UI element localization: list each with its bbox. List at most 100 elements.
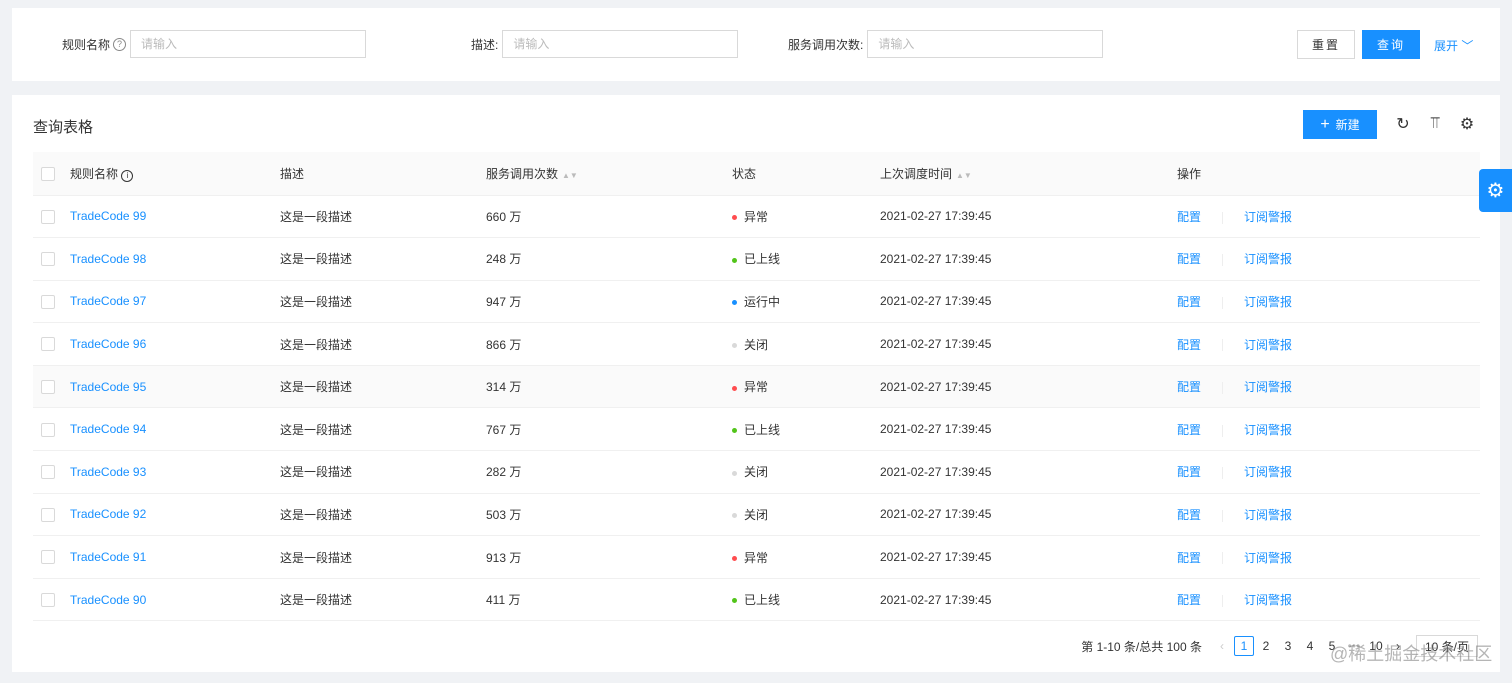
config-link[interactable]: 配置: [1177, 210, 1201, 224]
rule-name-link[interactable]: TradeCode 92: [70, 507, 146, 521]
row-checkbox[interactable]: [41, 507, 55, 522]
time-cell: 2021-02-27 17:39:45: [880, 450, 1177, 494]
description-field: 描述:: [471, 30, 739, 58]
status-cell: 运行中: [732, 280, 880, 324]
config-link[interactable]: 配置: [1177, 252, 1201, 266]
reset-button[interactable]: 重置: [1297, 30, 1355, 59]
rule-name-link[interactable]: TradeCode 90: [70, 593, 146, 607]
rule-name-link[interactable]: TradeCode 96: [70, 337, 146, 351]
rule-name-link[interactable]: TradeCode 91: [70, 550, 146, 564]
config-link[interactable]: 配置: [1177, 338, 1201, 352]
status-cell: 异常: [732, 195, 880, 239]
time-column-header[interactable]: 上次调度时间 ▲▼: [880, 152, 1177, 196]
row-checkbox[interactable]: [41, 337, 55, 352]
subscribe-alert-link[interactable]: 订阅警报: [1244, 551, 1292, 565]
status-cell: 已上线: [732, 578, 880, 622]
config-link[interactable]: 配置: [1177, 465, 1201, 479]
calls-cell: 314 万: [486, 365, 732, 409]
divider: [1222, 509, 1224, 522]
row-checkbox[interactable]: [41, 252, 55, 267]
chevron-down-icon: ﹀: [1461, 39, 1474, 53]
row-checkbox[interactable]: [41, 209, 55, 224]
table-row: TradeCode 93 这是一段描述 282 万 关闭 2021-02-27 …: [33, 450, 1480, 494]
gear-icon: ⚙: [1486, 180, 1505, 202]
row-checkbox[interactable]: [41, 294, 55, 309]
subscribe-alert-link[interactable]: 订阅警报: [1244, 210, 1292, 224]
time-cell: 2021-02-27 17:39:45: [880, 280, 1177, 324]
search-form: 规则名称? 描述: 服务调用次数: 重置 查询 展开 ﹀: [12, 8, 1500, 81]
density-icon[interactable]: ⫪: [1426, 115, 1444, 133]
status-dot-icon: [732, 257, 737, 263]
config-link[interactable]: 配置: [1177, 380, 1201, 394]
description-cell: 这是一段描述: [280, 578, 486, 622]
rule-name-link[interactable]: TradeCode 94: [70, 422, 146, 436]
status-cell: 关闭: [732, 450, 880, 494]
description-cell: 这是一段描述: [280, 493, 486, 537]
row-checkbox[interactable]: [41, 422, 55, 437]
settings-icon[interactable]: ⚙: [1458, 115, 1476, 133]
description-input[interactable]: [502, 30, 739, 58]
config-link[interactable]: 配置: [1177, 423, 1201, 437]
subscribe-alert-link[interactable]: 订阅警报: [1244, 593, 1292, 607]
row-checkbox[interactable]: [41, 550, 55, 565]
table-row: TradeCode 91 这是一段描述 913 万 异常 2021-02-27 …: [33, 535, 1480, 579]
time-cell: 2021-02-27 17:39:45: [880, 237, 1177, 281]
subscribe-alert-link[interactable]: 订阅警报: [1244, 508, 1292, 522]
row-checkbox[interactable]: [41, 465, 55, 480]
table-row: TradeCode 98 这是一段描述 248 万 已上线 2021-02-27…: [33, 237, 1480, 281]
query-button[interactable]: 查询: [1362, 30, 1420, 59]
status-dot-icon: [732, 555, 737, 561]
question-icon: ?: [113, 37, 127, 51]
config-link[interactable]: 配置: [1177, 508, 1201, 522]
table-row: TradeCode 99 这是一段描述 660 万 异常 2021-02-27 …: [33, 195, 1480, 239]
status-dot-icon: [732, 598, 737, 604]
rule-name-link[interactable]: TradeCode 98: [70, 252, 146, 266]
divider: [1222, 211, 1224, 224]
description-cell: 这是一段描述: [280, 365, 486, 409]
status-dot-icon: [732, 300, 737, 306]
description-cell: 这是一段描述: [280, 237, 486, 281]
rule-name-link[interactable]: TradeCode 99: [70, 209, 146, 223]
description-cell: 这是一段描述: [280, 195, 486, 239]
time-cell: 2021-02-27 17:39:45: [880, 493, 1177, 537]
status-cell: 关闭: [732, 493, 880, 537]
calls-cell: 866 万: [486, 322, 732, 366]
expand-link[interactable]: 展开 ﹀: [1434, 37, 1473, 54]
status-dot-icon: [732, 470, 737, 476]
reload-icon[interactable]: ↻: [1394, 115, 1412, 133]
page-item[interactable]: 1: [1233, 636, 1254, 656]
table-title: 查询表格: [33, 119, 94, 136]
description-cell: 这是一段描述: [280, 450, 486, 494]
rule-name-input[interactable]: [130, 30, 367, 58]
rule-name-link[interactable]: TradeCode 95: [70, 380, 146, 394]
divider: [1222, 467, 1224, 480]
subscribe-alert-link[interactable]: 订阅警报: [1244, 295, 1292, 309]
subscribe-alert-link[interactable]: 订阅警报: [1244, 252, 1292, 266]
row-checkbox[interactable]: [41, 380, 55, 395]
subscribe-alert-link[interactable]: 订阅警报: [1244, 380, 1292, 394]
row-checkbox[interactable]: [41, 593, 55, 608]
new-button[interactable]: + 新建: [1303, 110, 1377, 139]
status-cell: 关闭: [732, 322, 880, 366]
config-link[interactable]: 配置: [1177, 295, 1201, 309]
settings-drawer-button[interactable]: ⚙: [1479, 169, 1512, 212]
prev-page-button[interactable]: ‹: [1212, 636, 1232, 656]
subscribe-alert-link[interactable]: 订阅警报: [1244, 465, 1292, 479]
page-item[interactable]: 4: [1300, 636, 1320, 656]
call-count-input[interactable]: [867, 30, 1104, 58]
config-link[interactable]: 配置: [1177, 593, 1201, 607]
page-item[interactable]: 2: [1256, 636, 1276, 656]
rule-name-link[interactable]: TradeCode 93: [70, 465, 146, 479]
info-icon: i: [121, 169, 134, 182]
rule-name-link[interactable]: TradeCode 97: [70, 294, 146, 308]
calls-column-header[interactable]: 服务调用次数 ▲▼: [486, 152, 732, 196]
calls-cell: 411 万: [486, 578, 732, 622]
description-cell: 这是一段描述: [280, 280, 486, 324]
config-link[interactable]: 配置: [1177, 551, 1201, 565]
subscribe-alert-link[interactable]: 订阅警报: [1244, 338, 1292, 352]
time-cell: 2021-02-27 17:39:45: [880, 535, 1177, 579]
subscribe-alert-link[interactable]: 订阅警报: [1244, 423, 1292, 437]
time-cell: 2021-02-27 17:39:45: [880, 407, 1177, 452]
page-item[interactable]: 3: [1278, 636, 1298, 656]
select-all-checkbox[interactable]: [41, 166, 55, 181]
